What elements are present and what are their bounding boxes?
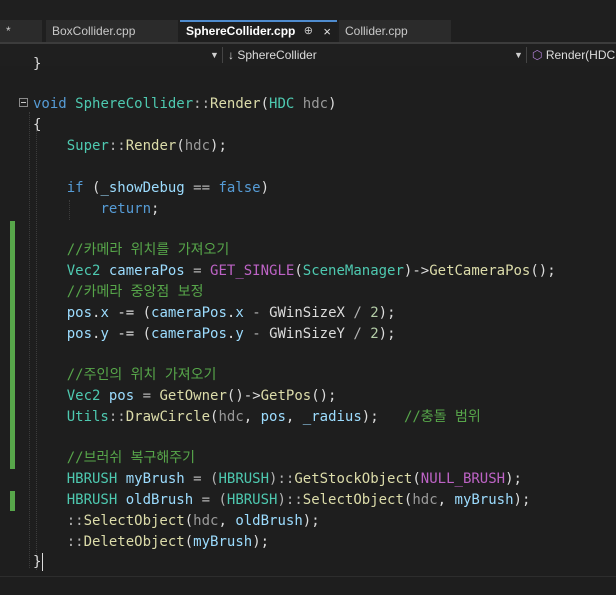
tab-collider[interactable]: Collider.cpp bbox=[339, 20, 451, 42]
code-line: return; bbox=[100, 201, 160, 217]
code-line: ::DeleteObject(myBrush); bbox=[66, 534, 270, 550]
title-strip bbox=[0, 0, 616, 20]
code-line: void SphereCollider::Render(HDC hdc) bbox=[33, 96, 337, 112]
code-line: Super::Render(hdc); bbox=[66, 138, 227, 154]
navigation-bar: ▼ ↓ SphereCollider ▼ ⬡ Render(HDC bbox=[0, 44, 616, 67]
code-line: pos.x -= (cameraPos.x - GWinSizeX / 2); bbox=[66, 305, 396, 321]
scope-dropdown-icon[interactable]: ▼ bbox=[514, 44, 523, 66]
scope-label: SphereCollider bbox=[237, 48, 317, 62]
close-icon[interactable]: × bbox=[323, 22, 331, 41]
code-line: { bbox=[33, 117, 42, 133]
divider bbox=[526, 47, 527, 63]
tab-boxcollider[interactable]: BoxCollider.cpp bbox=[46, 20, 178, 42]
horizontal-scrollbar[interactable] bbox=[0, 576, 616, 595]
collapse-icon[interactable] bbox=[19, 98, 28, 107]
tab-label: * bbox=[6, 24, 11, 38]
code-line: //주인의 위치 가져오기 bbox=[66, 367, 217, 383]
code-line: } bbox=[33, 56, 42, 72]
down-arrow-icon: ↓ bbox=[228, 48, 234, 62]
code-line: Vec2 pos = GetOwner()->GetPos(); bbox=[66, 388, 337, 404]
pin-icon[interactable]: ⊕ bbox=[304, 22, 313, 41]
divider bbox=[222, 47, 223, 63]
method-icon: ⬡ bbox=[532, 48, 543, 62]
tab-label: Collider.cpp bbox=[345, 24, 408, 38]
change-bar bbox=[10, 221, 15, 469]
code-line: pos.y -= (cameraPos.y - GWinSizeY / 2); bbox=[66, 326, 396, 342]
member-label: Render(HDC bbox=[545, 48, 616, 62]
code-line: } bbox=[33, 554, 42, 570]
scope-dropdown[interactable]: ↓ SphereCollider bbox=[228, 44, 317, 66]
project-dropdown-icon[interactable]: ▼ bbox=[210, 44, 219, 66]
code-line: Utils::DrawCircle(hdc, pos, _radius); //… bbox=[66, 409, 481, 425]
code-line: if (_showDebug == false) bbox=[66, 180, 270, 196]
tab-label: SphereCollider.cpp bbox=[186, 24, 296, 38]
fold-guide-line bbox=[29, 112, 30, 568]
code-line: HBRUSH myBrush = (HBRUSH)::GetStockObjec… bbox=[66, 471, 522, 487]
code-line: ::SelectObject(hdc, oldBrush); bbox=[66, 513, 320, 529]
document-tab-bar: * BoxCollider.cpp SphereCollider.cpp ⊕ ×… bbox=[0, 20, 616, 44]
code-line: //카메라 위치를 가져오기 bbox=[66, 242, 230, 258]
change-bar bbox=[10, 491, 15, 511]
code-line: Vec2 cameraPos = GET_SINGLE(SceneManager… bbox=[66, 263, 556, 279]
member-dropdown[interactable]: ⬡ Render(HDC bbox=[532, 44, 615, 66]
code-line: //브러쉬 복구해주기 bbox=[66, 450, 196, 466]
code-line: //카메라 중앙점 보정 bbox=[66, 284, 204, 300]
tab-spherecollider[interactable]: SphereCollider.cpp ⊕ × bbox=[180, 20, 337, 42]
code-line: HBRUSH oldBrush = (HBRUSH)::SelectObject… bbox=[66, 492, 531, 508]
text-caret bbox=[42, 553, 43, 571]
tab-label: BoxCollider.cpp bbox=[52, 24, 136, 38]
tab-overflow[interactable]: * bbox=[0, 20, 42, 42]
